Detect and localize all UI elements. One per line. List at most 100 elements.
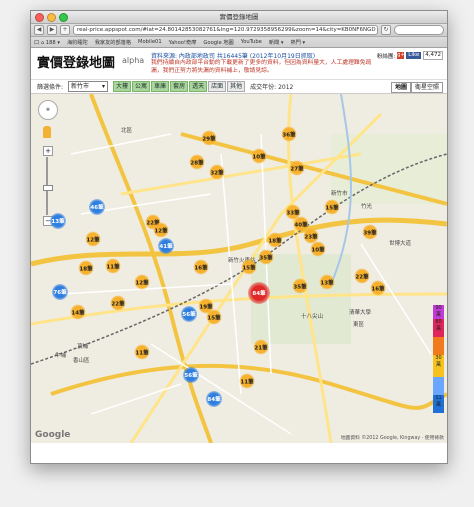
cluster-marker[interactable]: 18筆 — [78, 260, 94, 276]
cluster-marker[interactable]: 27筆 — [289, 160, 305, 176]
cluster-marker[interactable]: 18筆 — [267, 232, 283, 248]
zoom-slider[interactable] — [43, 157, 53, 215]
type-toggle[interactable]: 套房 — [170, 81, 189, 92]
notice-text: 我們持續自內政部平台動的下載更新了更多的資料，但因為資料量大，人工處理難免疏漏，… — [151, 60, 372, 74]
cluster-marker[interactable]: 84筆 — [206, 391, 222, 407]
map-canvas[interactable]: ✥ + − 北區 東區 竹光 香山區 新竹火車站 清華大學 頂埔 牛埔 世博大道 新竹市 十八尖山 … — [31, 94, 447, 443]
cluster-marker[interactable]: 35筆 — [292, 278, 308, 294]
cluster-marker[interactable]: 15筆 — [206, 309, 222, 325]
bookmark-item[interactable]: 海豹睡陀 — [67, 39, 88, 46]
cluster-marker[interactable]: 84筆 — [248, 282, 270, 304]
cluster-marker[interactable]: 15筆 — [324, 199, 340, 215]
cluster-marker[interactable]: 10筆 — [251, 148, 267, 164]
maximize-icon[interactable] — [59, 13, 68, 22]
bookmark-item[interactable]: YouTube — [241, 39, 262, 45]
legend-swatch — [433, 377, 444, 395]
type-toggle[interactable]: 其他 — [227, 81, 246, 92]
city-select[interactable]: 新竹市 — [68, 81, 109, 92]
place-label: 十八尖山 — [301, 314, 324, 320]
bookmark-item[interactable]: Google 地圖 — [203, 39, 233, 46]
cluster-marker[interactable]: 22筆 — [354, 268, 370, 284]
cluster-marker[interactable]: 13筆 — [50, 213, 66, 229]
cluster-marker[interactable]: 21筆 — [253, 339, 269, 355]
year-label: 成交年份: 2012 — [250, 84, 294, 91]
pan-control-icon[interactable]: ✥ — [38, 100, 58, 120]
zoom-control: + − — [43, 146, 53, 226]
search-input[interactable] — [394, 25, 444, 35]
bookmark-item[interactable]: 熱門 ▾ — [290, 39, 305, 46]
cluster-marker[interactable]: 35筆 — [258, 249, 274, 265]
cluster-marker[interactable]: 28筆 — [189, 154, 205, 170]
place-label: 竹光 — [361, 204, 373, 210]
cluster-marker[interactable]: 11筆 — [239, 373, 255, 389]
close-icon[interactable] — [35, 13, 44, 22]
back-icon[interactable]: ◀ — [34, 25, 44, 35]
minimize-icon[interactable] — [47, 13, 56, 22]
cluster-marker[interactable]: 15筆 — [241, 259, 257, 275]
place-label: 北區 — [121, 128, 133, 134]
bookmark-item[interactable]: Yahoo!奇摩 — [169, 39, 197, 46]
facebook-like-button[interactable]: Like — [406, 52, 422, 59]
bookmark-item[interactable]: Mobile01 — [138, 39, 162, 45]
cluster-marker[interactable]: 56筆 — [183, 367, 199, 383]
pegman-icon[interactable] — [43, 126, 51, 138]
cluster-marker[interactable]: 39筆 — [362, 224, 378, 240]
cluster-marker[interactable]: 32筆 — [209, 164, 225, 180]
place-label: 香山區 — [73, 358, 90, 364]
cluster-marker[interactable]: 41筆 — [158, 238, 174, 254]
cluster-marker[interactable]: 16筆 — [193, 259, 209, 275]
google-plus-icon[interactable]: g+ — [397, 52, 405, 59]
legend-swatch: 80萬 — [433, 319, 444, 337]
type-toggle[interactable]: 店面 — [208, 81, 227, 92]
type-toggle[interactable]: 大樓 — [113, 81, 132, 92]
type-toggle[interactable]: 車庫 — [151, 81, 170, 92]
cluster-marker[interactable]: 16筆 — [370, 280, 386, 296]
type-toggle[interactable]: 公寓 — [132, 81, 151, 92]
zoom-slider-thumb[interactable] — [43, 185, 53, 191]
legend-swatch — [433, 337, 444, 355]
cluster-marker[interactable]: 10筆 — [310, 241, 326, 257]
forward-icon[interactable]: ▶ — [47, 25, 57, 35]
place-label: 清華大學 — [349, 310, 372, 316]
place-label: 東區 — [353, 322, 365, 328]
map-copyright[interactable]: 地圖資料 ©2012 Google, Kingway · 使用條款 — [341, 434, 444, 441]
cluster-marker[interactable]: 56筆 — [181, 306, 197, 322]
fans-widget: 粉絲團: g+ Like 4,472 — [377, 51, 443, 60]
place-label: 世博大道 — [389, 241, 412, 247]
cluster-marker[interactable]: 13筆 — [319, 274, 335, 290]
address-bar[interactable]: real-price.appspot.com/#lat=24.801428530… — [73, 25, 378, 35]
cluster-marker[interactable]: 11筆 — [105, 258, 121, 274]
cluster-marker[interactable]: 29筆 — [201, 130, 217, 146]
cluster-marker[interactable]: 36筆 — [281, 126, 297, 142]
type-toggle[interactable]: 透天 — [189, 81, 208, 92]
fans-count: 4,472 — [423, 51, 443, 60]
zoom-in-button[interactable]: + — [43, 146, 53, 156]
window-title: 實價登錄地圖 — [219, 13, 259, 21]
legend-swatch: 11萬 — [433, 395, 444, 413]
cluster-marker[interactable]: 11筆 — [134, 344, 150, 360]
place-label: 新竹市 — [331, 191, 348, 197]
window-titlebar: 實價登錄地圖 — [31, 11, 447, 24]
cluster-marker[interactable]: 22筆 — [110, 295, 126, 311]
cluster-marker[interactable]: 14筆 — [70, 304, 86, 320]
page-header: 實價登錄地圖 alpha 資料來源: 內政部地政司 共16445筆 (2012年… — [31, 48, 447, 80]
window-controls — [35, 13, 68, 22]
cluster-marker[interactable]: 76筆 — [52, 284, 68, 300]
place-label: 頂埔 — [77, 344, 89, 350]
cluster-marker[interactable]: 12筆 — [85, 231, 101, 247]
alpha-badge: alpha — [122, 56, 145, 65]
share-icon[interactable]: + — [60, 25, 70, 35]
map-button[interactable]: 地圖 — [390, 82, 411, 93]
legend-swatch: 90萬 — [433, 305, 444, 319]
reload-icon[interactable]: ↻ — [381, 25, 391, 35]
cluster-marker[interactable]: 46筆 — [89, 199, 105, 215]
satellite-button[interactable]: 衛星空照 — [410, 82, 443, 93]
cluster-marker[interactable]: 12筆 — [153, 222, 169, 238]
cluster-marker[interactable]: 12筆 — [134, 274, 150, 290]
bookmark-item[interactable]: 我家友的部落格 — [95, 39, 131, 46]
bookmark-item[interactable]: 新聞 ▾ — [269, 39, 284, 46]
bookmark-item[interactable]: 口 ⌂ 188 ▾ — [34, 39, 60, 46]
filter-label: 篩選條件: — [37, 84, 64, 91]
browser-window: 實價登錄地圖 ◀ ▶ + real-price.appspot.com/#lat… — [30, 10, 448, 464]
map-type-control: 地圖 衛星空照 — [390, 82, 443, 93]
